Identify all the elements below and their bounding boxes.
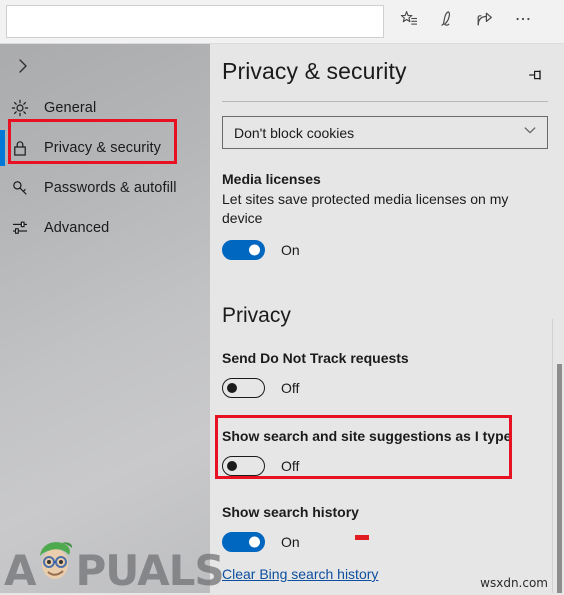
address-bar-input[interactable] [6, 5, 384, 38]
chevron-right-icon [14, 57, 32, 80]
web-note-button[interactable] [428, 3, 466, 41]
sidebar-back-button[interactable] [0, 48, 46, 88]
more-button[interactable] [504, 3, 542, 41]
search-suggestions-title: Show search and site suggestions as I ty… [222, 428, 512, 444]
cookies-dropdown[interactable]: Don't block cookies [222, 116, 548, 149]
browser-toolbar [0, 0, 564, 44]
media-licenses-toggle-state: On [281, 242, 300, 258]
privacy-security-panel: Privacy & security Don't block cookies M… [210, 44, 564, 593]
header-divider [222, 101, 548, 102]
web-note-icon [437, 9, 457, 34]
media-licenses-title: Media licenses [222, 171, 321, 187]
media-licenses-toggle[interactable] [222, 240, 265, 260]
panel-scrollbar[interactable] [552, 319, 564, 593]
more-icon [513, 9, 533, 34]
favorites-button[interactable] [390, 3, 428, 41]
search-history-toggle[interactable] [222, 532, 265, 552]
key-icon [10, 178, 44, 198]
pin-icon [526, 66, 544, 89]
search-history-toggle-row: On [222, 532, 548, 552]
gear-icon [10, 98, 44, 118]
share-icon [475, 9, 495, 34]
clear-bing-search-history-link[interactable]: Clear Bing search history [222, 566, 378, 582]
privacy-group-header: Privacy [222, 304, 291, 327]
cookies-dropdown-value: Don't block cookies [234, 124, 355, 141]
settings-sidebar: General Privacy & security Passwords & a… [0, 44, 210, 593]
chevron-down-icon [522, 122, 538, 143]
lock-icon [10, 138, 44, 158]
do-not-track-toggle-row: Off [222, 378, 548, 398]
panel-header: Privacy & security [210, 44, 564, 92]
do-not-track-title: Send Do Not Track requests [222, 350, 409, 366]
pin-button[interactable] [520, 62, 550, 92]
sliders-icon [10, 218, 44, 238]
sidebar-item-general[interactable]: General [0, 88, 210, 128]
sidebar-item-label: Privacy & security [44, 140, 162, 156]
sidebar-item-passwords-autofill[interactable]: Passwords & autofill [0, 168, 210, 208]
search-history-title: Show search history [222, 504, 359, 520]
search-history-toggle-state: On [281, 534, 300, 550]
share-button[interactable] [466, 3, 504, 41]
search-suggestions-toggle[interactable] [222, 456, 265, 476]
sidebar-item-label: General [44, 100, 97, 116]
do-not-track-toggle[interactable] [222, 378, 265, 398]
toolbar-icons [390, 3, 542, 41]
sidebar-item-advanced[interactable]: Advanced [0, 208, 210, 248]
do-not-track-toggle-state: Off [281, 380, 300, 396]
media-licenses-description: Let sites save protected media licenses … [222, 191, 509, 226]
search-suggestions-toggle-state: Off [281, 458, 300, 474]
favorites-icon [399, 9, 419, 34]
panel-body: Don't block cookies Media licenses Let s… [210, 116, 564, 584]
sidebar-item-privacy-security[interactable]: Privacy & security [0, 128, 210, 168]
sidebar-item-label: Advanced [44, 220, 110, 236]
media-licenses-toggle-row: On [222, 240, 548, 260]
scrollbar-thumb[interactable] [557, 364, 562, 593]
page-title: Privacy & security [222, 58, 407, 84]
search-suggestions-toggle-row: Off [222, 456, 548, 476]
sidebar-item-label: Passwords & autofill [44, 180, 177, 196]
